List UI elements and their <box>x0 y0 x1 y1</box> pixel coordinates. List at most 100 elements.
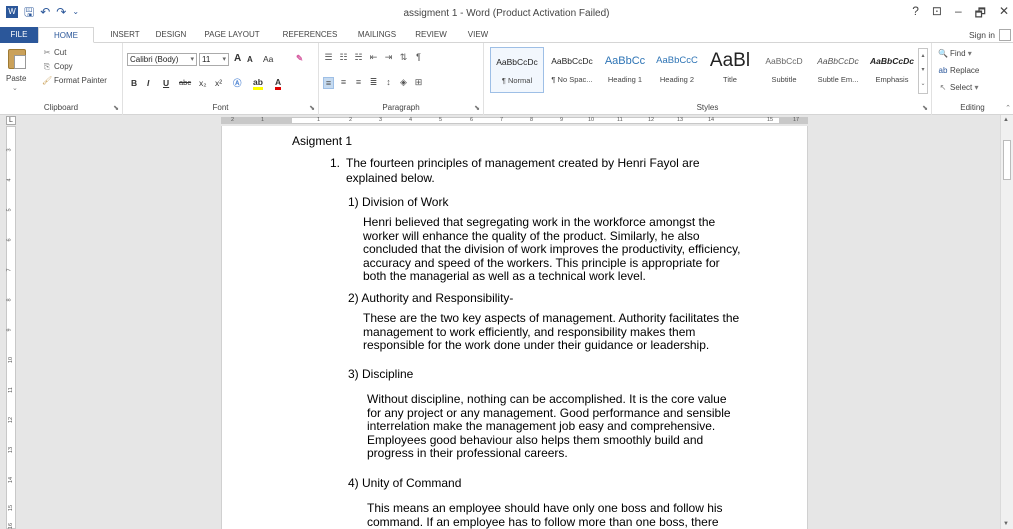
find-button[interactable]: 🔍 Find ▾ <box>938 48 972 60</box>
font-name-combo[interactable]: Calibri (Body) ▾ <box>127 53 197 66</box>
subscript-button[interactable]: x₂ <box>199 78 207 88</box>
replace-button[interactable]: ab Replace <box>938 65 980 77</box>
ruler-number: 17 <box>793 117 800 123</box>
styles-launcher-icon[interactable]: ⬊ <box>922 104 928 112</box>
change-case-button[interactable]: Aa <box>263 54 273 64</box>
grow-font-button[interactable]: A <box>234 53 241 64</box>
section-body: This means an employee should have only … <box>367 501 723 529</box>
collapse-ribbon-icon[interactable]: ⌃ <box>1005 104 1011 112</box>
tab-insert[interactable]: INSERT <box>108 27 142 43</box>
styles-gallery-scroll[interactable]: ▴ ▾ ⌄ <box>918 48 928 94</box>
align-right-icon[interactable]: ≡ <box>353 77 364 89</box>
text-effects-icon[interactable]: Ⓐ <box>233 77 242 89</box>
tab-page-layout[interactable]: PAGE LAYOUT <box>200 27 264 43</box>
styles-group-label: Styles <box>696 103 719 112</box>
tab-home[interactable]: HOME <box>38 27 94 43</box>
clipboard-launcher-icon[interactable]: ⬊ <box>113 104 119 112</box>
window-title: assigment 1 - Word (Product Activation F… <box>403 8 610 19</box>
numbering-icon[interactable]: ☷ <box>338 52 349 63</box>
italic-button[interactable]: I <box>147 78 149 88</box>
sign-in-link[interactable]: Sign in <box>969 27 995 43</box>
scroll-down-icon[interactable]: ▼ <box>1003 521 1009 527</box>
ruler-number: 7 <box>500 117 504 123</box>
superscript-button[interactable]: x² <box>215 78 222 88</box>
ribbon-display-options-icon[interactable]: ⊡ <box>932 4 942 25</box>
title-bar: W 🖫 ↶ ↷ ⌄ assigment 1 - Word (Product Ac… <box>0 0 1013 27</box>
vertical-ruler[interactable]: 3 4 5 6 7 8 9 10 11 12 13 14 15 16 <box>6 126 16 529</box>
style-emphasis[interactable]: AaBbCcDc Emphasis <box>865 47 919 93</box>
scroll-up-icon[interactable]: ▲ <box>1003 117 1009 123</box>
scissors-icon: ✂ <box>43 48 51 57</box>
ruler-number: 7 <box>6 268 13 272</box>
account-icon[interactable] <box>999 29 1011 41</box>
style-heading-1[interactable]: AaBbCc Heading 1 <box>598 47 652 93</box>
font-size-dropdown-icon: ▾ <box>222 56 226 63</box>
vertical-scrollbar[interactable]: ▲ ▼ <box>1000 115 1013 529</box>
minimize-button[interactable]: – <box>955 4 962 25</box>
ruler-number: 4 <box>409 117 413 123</box>
tab-review[interactable]: REVIEW <box>411 27 451 43</box>
style-preview: AaBbCc <box>604 55 646 67</box>
paragraph-row-1: ☰ ☷ ☵ ⇤ ⇥ ⇅ ¶ <box>323 52 424 63</box>
style-name: Subtitle <box>771 75 797 84</box>
format-painter-button[interactable]: 🖌 Format Painter <box>42 75 107 87</box>
ribbon: Paste ⌄ ✂ Cut ⎘ Copy 🖌 Format Painter Clipb… <box>0 43 1013 115</box>
increase-indent-icon[interactable]: ⇥ <box>383 52 394 63</box>
ruler-number: 13 <box>677 117 684 123</box>
borders-icon[interactable]: ⊞ <box>413 77 424 89</box>
tab-design[interactable]: DESIGN <box>152 27 190 43</box>
style-preview: AaBl <box>709 50 751 71</box>
select-button[interactable]: ↖ Select ▾ <box>938 82 979 94</box>
bold-button[interactable]: B <box>131 78 137 88</box>
document-page[interactable]: Asigment 1 1. The fourteen principles of… <box>221 126 808 529</box>
style-subtitle[interactable]: AaBbCcD Subtitle <box>757 47 811 93</box>
shading-icon[interactable]: ◈ <box>398 77 409 89</box>
tab-selector[interactable]: L <box>6 116 16 125</box>
replace-icon: ab <box>938 66 948 75</box>
justify-icon[interactable]: ≣ <box>368 77 379 89</box>
tab-file[interactable]: FILE <box>0 27 38 43</box>
strikethrough-button[interactable]: abc <box>179 78 191 87</box>
font-size-value: 11 <box>202 55 211 64</box>
paste-dropdown-icon[interactable]: ⌄ <box>12 83 18 95</box>
close-button[interactable]: ✕ <box>999 4 1009 25</box>
ruler-number: 6 <box>470 117 474 123</box>
cut-button[interactable]: ✂ Cut <box>42 47 67 59</box>
ruler-number: 3 <box>6 148 13 152</box>
tab-view[interactable]: VIEW <box>462 27 494 43</box>
align-left-icon[interactable]: ≡ <box>323 77 334 89</box>
font-color-icon[interactable]: A <box>275 77 282 90</box>
style-name: ¶ No Spac... <box>551 75 593 84</box>
tab-references[interactable]: REFERENCES <box>278 27 342 43</box>
style-normal[interactable]: AaBbCcDc ¶ Normal <box>490 47 544 93</box>
style-no-spacing[interactable]: AaBbCcDc ¶ No Spac... <box>545 47 599 93</box>
underline-button[interactable]: U <box>163 78 169 88</box>
ribbon-tabs: FILE HOME INSERT DESIGN PAGE LAYOUT REFE… <box>0 27 1013 43</box>
select-arrow-icon: ↖ <box>939 83 947 92</box>
help-icon[interactable]: ? <box>912 4 919 25</box>
show-formatting-icon[interactable]: ¶ <box>413 52 424 63</box>
style-title[interactable]: AaBl Title <box>703 47 757 93</box>
style-heading-2[interactable]: AaBbCcC Heading 2 <box>650 47 704 93</box>
shrink-font-button[interactable]: A <box>247 55 253 64</box>
decrease-indent-icon[interactable]: ⇤ <box>368 52 379 63</box>
copy-button[interactable]: ⎘ Copy <box>42 61 73 73</box>
align-center-icon[interactable]: ≡ <box>338 77 349 89</box>
bullets-icon[interactable]: ☰ <box>323 52 334 63</box>
multilevel-list-icon[interactable]: ☵ <box>353 52 364 63</box>
scrollbar-thumb[interactable] <box>1003 140 1011 180</box>
ruler-number: 10 <box>8 356 15 364</box>
find-label: Find <box>950 49 966 58</box>
line-spacing-icon[interactable]: ↕ <box>383 77 394 89</box>
paste-icon[interactable] <box>8 49 26 69</box>
paragraph-launcher-icon[interactable]: ⬊ <box>474 104 480 112</box>
font-size-combo[interactable]: 11 ▾ <box>199 53 229 66</box>
highlight-color-icon[interactable]: ab <box>253 77 263 90</box>
sort-icon[interactable]: ⇅ <box>398 52 409 63</box>
clear-formatting-icon[interactable]: ✎ <box>296 53 303 64</box>
maximize-button[interactable]: 🗗 <box>975 4 986 25</box>
font-launcher-icon[interactable]: ⬊ <box>309 104 315 112</box>
tab-mailings[interactable]: MAILINGS <box>354 27 400 43</box>
font-name-value: Calibri (Body) <box>130 55 179 64</box>
style-subtle-emphasis[interactable]: AaBbCcDc Subtle Em... <box>811 47 865 93</box>
